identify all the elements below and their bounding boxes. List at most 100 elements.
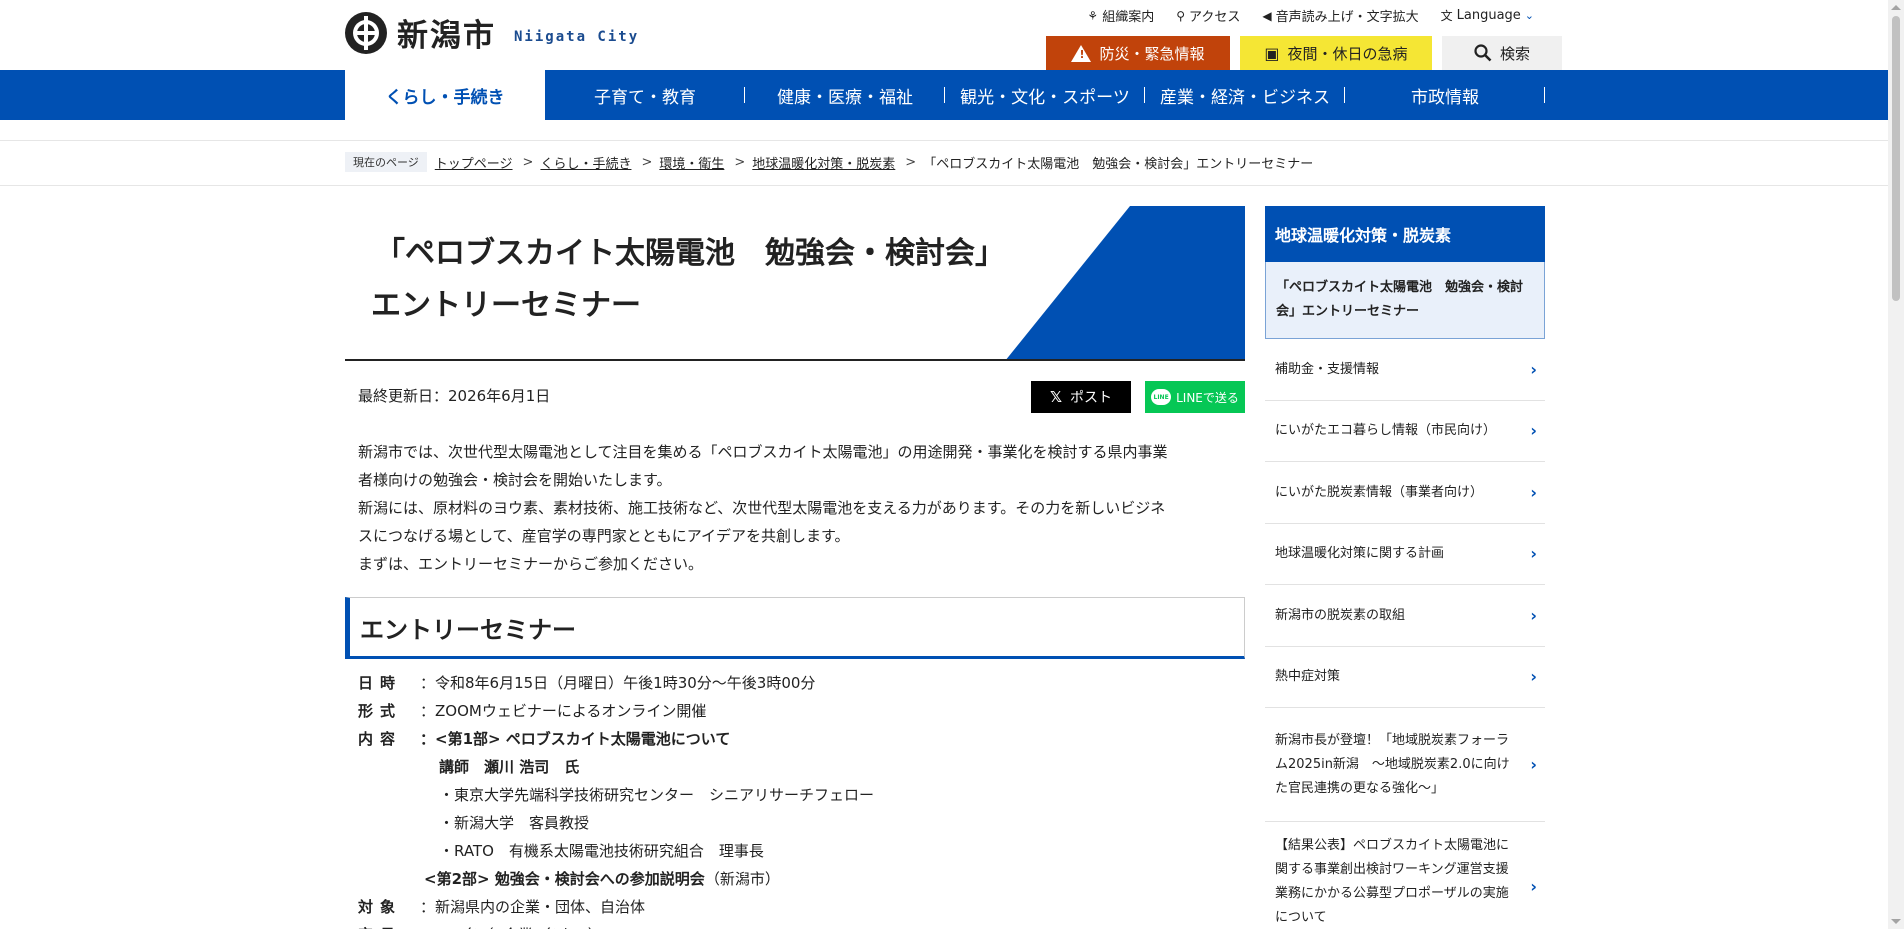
intro-text: 新潟市では、次世代型太陽電池として注目を集める「ペロブスカイト太陽電池」の用途開… — [358, 438, 1238, 578]
site-header: 新潟市 Niigata City ⚘ 組織案内 ⚲ アクセス ◀ 音声読み上げ・… — [0, 0, 1888, 70]
sidebar-item-forum[interactable]: 新潟市長が登壇！「地域脱炭素フォーラム2025in新潟 ～地域脱炭素2.0に向け… — [1265, 708, 1545, 822]
gnav-label: 観光・文化・スポーツ — [960, 87, 1130, 108]
detail-row-format: 形式 ：ZOOMウェビナーによるオンライン開催 — [358, 697, 1238, 725]
detail-label: 内容 — [358, 730, 396, 748]
global-nav: くらし・手続き 子育て・教育 健康・医療・福祉 観光・文化・スポーツ 産業・経済… — [0, 70, 1888, 120]
sidebar-item-label: 熱中症対策 — [1275, 669, 1341, 684]
sidebar-item-eco-life[interactable]: にいがたエコ暮らし情報（市民向け） › — [1265, 401, 1545, 462]
util-org-link[interactable]: ⚘ 組織案内 — [1087, 6, 1154, 26]
chevron-right-icon: > — [522, 154, 534, 170]
chevron-right-icon: › — [1530, 482, 1537, 502]
gnav-label: くらし・手続き — [385, 87, 505, 108]
share-x-label: ポスト — [1070, 390, 1113, 406]
sidebar-item-label: 【結果公表】ペロブスカイト太陽電池に関する事業創出検討ワーキング運営支援業務にか… — [1275, 838, 1510, 925]
util-speech-label: 音声読み上げ・文字拡大 — [1275, 10, 1419, 25]
detail-row-content: 内容 ：<第1部> ペロブスカイト太陽電池について — [358, 725, 1238, 753]
page-title: 「ペロブスカイト太陽電池 勉強会・検討会」 エントリーセミナー — [371, 228, 1005, 332]
chevron-right-icon: › — [1530, 421, 1537, 440]
sidebar-item-plan[interactable]: 地球温暖化対策に関する計画 › — [1265, 524, 1545, 585]
search-button[interactable]: 検索 — [1442, 36, 1562, 70]
sidebar-item-subsidy[interactable]: 補助金・支援情報 › — [1265, 339, 1545, 401]
section-heading: エントリーセミナー — [345, 597, 1245, 659]
breadcrumb: 現在のページ トップページ > くらし・手続き > 環境・衛生 > 地球温暖化対… — [345, 152, 1313, 172]
detail-row-date: 日時 ：令和8年6月15日（月曜日）午後1時30分～午後3時00分 — [358, 669, 1238, 697]
gnav-label: 産業・経済・ビジネス — [1160, 87, 1330, 108]
detail-label: 形式 — [358, 702, 396, 720]
sidebar-item-label: にいがた脱炭素情報（事業者向け） — [1275, 484, 1484, 500]
scrollbar-thumb[interactable] — [1892, 16, 1900, 301]
chevron-right-icon: › — [1530, 667, 1537, 686]
detail-part2: <第2部> 勉強会・検討会への参加説明会 （新潟市） — [358, 865, 1238, 893]
language-icon: 文 — [1440, 9, 1453, 23]
last-updated: 最終更新日：2026年6月1日 — [358, 387, 551, 405]
gnav-label: 健康・医療・福祉 — [777, 87, 913, 108]
map-pin-icon: ⚲ — [1176, 8, 1185, 23]
lecturer-affiliation: ・東京大学先端科学技術研究センター シニアリサーチフェロー — [439, 786, 875, 804]
gnav-item-city[interactable]: 市政情報 — [1345, 70, 1545, 120]
gnav-item-tourism[interactable]: 観光・文化・スポーツ — [945, 70, 1145, 120]
share-x-button[interactable]: 𝕏 ポスト — [1031, 381, 1131, 413]
disaster-info-button[interactable]: ! 防災・緊急情報 — [1046, 36, 1230, 70]
gnav-item-industry[interactable]: 産業・経済・ビジネス — [1145, 70, 1345, 120]
gnav-item-health[interactable]: 健康・医療・福祉 — [745, 70, 945, 120]
sidebar-item-heatstroke[interactable]: 熱中症対策 › — [1265, 647, 1545, 708]
breadcrumb-bar: 現在のページ トップページ > くらし・手続き > 環境・衛生 > 地球温暖化対… — [0, 140, 1888, 186]
sidebar-item-proposal[interactable]: 【結果公表】ペロブスカイト太陽電池に関する事業創出検討ワーキング運営支援業務にか… — [1265, 822, 1545, 929]
chevron-down-icon: ⌄ — [1524, 9, 1534, 22]
city-emblem-icon — [345, 11, 387, 54]
breadcrumb-link-climate[interactable]: 地球温暖化対策・脱炭素 — [752, 153, 895, 172]
chevron-right-icon: › — [1530, 877, 1537, 896]
scroll-up-icon[interactable] — [1891, 5, 1901, 10]
sidebar-current-item[interactable]: 「ペロブスカイト太陽電池 勉強会・検討会」エントリーセミナー — [1265, 262, 1545, 339]
page-title-box: 「ペロブスカイト太陽電池 勉強会・検討会」 エントリーセミナー — [345, 206, 1245, 361]
lecturer-affiliation: ・RATO 有機系太陽電池技術研究組合 理事長 — [439, 842, 764, 860]
section-heading-text: エントリーセミナー — [360, 616, 576, 644]
util-speech-link[interactable]: ◀ 音声読み上げ・文字拡大 — [1262, 6, 1419, 26]
night-emergency-button[interactable]: ▣ 夜間・休日の急病 — [1240, 36, 1432, 70]
detail-row-target: 対象 ：新潟県内の企業・団体、自治体 — [358, 893, 1238, 921]
sidebar-item-label: 新潟市長が登壇！「地域脱炭素フォーラム2025in新潟 ～地域脱炭素2.0に向け… — [1275, 732, 1510, 796]
breadcrumb-here-label: 現在のページ — [345, 152, 427, 172]
lecturer-affiliation: ・新潟大学 客員教授 — [439, 814, 590, 832]
logo-text-en: Niigata City — [514, 28, 640, 45]
sidebar-item-label: 新潟市の脱炭素の取組 — [1275, 607, 1406, 623]
chevron-right-icon: › — [1530, 605, 1537, 625]
gnav-label: 市政情報 — [1411, 87, 1479, 108]
org-chart-icon: ⚘ — [1087, 8, 1099, 23]
hospital-icon: ▣ — [1264, 43, 1280, 63]
seminar-details: 日時 ：令和8年6月15日（月曜日）午後1時30分～午後3時00分 形式 ：ZO… — [358, 669, 1238, 929]
gnav-item-life[interactable]: くらし・手続き — [345, 70, 545, 120]
sidebar-item-decarbon-business[interactable]: にいがた脱炭素情報（事業者向け） › — [1265, 462, 1545, 524]
util-access-link[interactable]: ⚲ アクセス — [1176, 6, 1240, 26]
main-content: 「ペロブスカイト太陽電池 勉強会・検討会」 エントリーセミナー 最終更新日：20… — [345, 206, 1245, 929]
site-logo[interactable]: 新潟市 Niigata City — [345, 10, 639, 55]
breadcrumb-link-environment[interactable]: 環境・衛生 — [659, 153, 724, 172]
lecturer-name: 講師 瀬川 浩司 氏 — [439, 758, 580, 776]
detail-row-capacity: 定員 ：500名（1企業5名まで） — [358, 921, 1238, 929]
detail-value: ：<第1部> ペロブスカイト太陽電池について — [420, 730, 731, 748]
speaker-icon: ◀ — [1262, 8, 1272, 23]
page-title-line2: エントリーセミナー — [371, 288, 641, 323]
share-line-label: LINEで送る — [1176, 390, 1239, 405]
sidebar-title[interactable]: 地球温暖化対策・脱炭素 — [1265, 206, 1545, 262]
scroll-down-icon[interactable] — [1891, 919, 1901, 924]
search-label: 検索 — [1499, 44, 1530, 63]
detail-label: 日時 — [358, 674, 396, 692]
detail-value: ：新潟県内の企業・団体、自治体 — [420, 898, 646, 916]
page-title-line1: 「ペロブスカイト太陽電池 勉強会・検討会」 — [375, 236, 1005, 271]
part2-title: <第2部> 勉強会・検討会への参加説明会 — [424, 870, 705, 888]
breadcrumb-current: 「ペロブスカイト太陽電池 勉強会・検討会」エントリーセミナー — [923, 156, 1314, 172]
part2-note: （新潟市） — [704, 870, 780, 888]
search-icon — [1474, 44, 1492, 62]
quick-buttons: ! 防災・緊急情報 ▣ 夜間・休日の急病 検索 — [1046, 36, 1562, 70]
sidebar-item-initiatives[interactable]: 新潟市の脱炭素の取組 › — [1265, 585, 1545, 647]
detail-value: ：500名（1企業5名まで） — [420, 921, 603, 929]
intro-line: 新潟には、原材料のヨウ素、素材技術、施工技術など、次世代型太陽電池を支える力があ… — [358, 499, 1166, 517]
breadcrumb-link-life[interactable]: くらし・手続き — [540, 153, 631, 172]
breadcrumb-link-top[interactable]: トップページ — [435, 153, 513, 172]
logo-text-ja: 新潟市 — [397, 18, 496, 54]
gnav-item-childcare[interactable]: 子育て・教育 — [545, 70, 745, 120]
share-line-button[interactable]: LINE LINEで送る — [1145, 381, 1245, 413]
page-scrollbar[interactable] — [1888, 0, 1904, 929]
util-language-dropdown[interactable]: 文 Language ⌄ — [1441, 6, 1534, 25]
